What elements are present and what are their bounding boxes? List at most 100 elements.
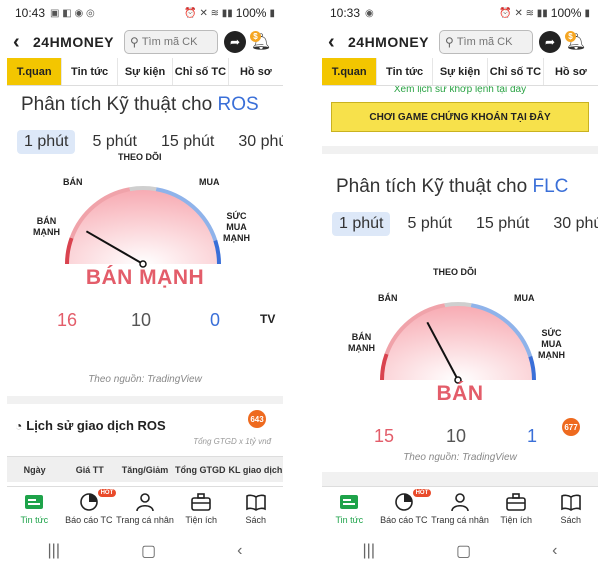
tab-profile[interactable]: Hồ sơ (229, 58, 283, 85)
system-back-icon[interactable]: ‹ (552, 542, 557, 560)
count-buy: 1 (527, 426, 538, 446)
label-sell: BÁN (63, 177, 83, 187)
nav-utilities[interactable]: Tiện ích (489, 487, 544, 530)
col-volume[interactable]: KL giao dịch (228, 457, 283, 482)
history-title-text: Lịch sử giao dịch ROS (26, 418, 166, 433)
ta-title-text: Phân tích Kỹ thuật cho (336, 176, 528, 197)
nav-financial-report[interactable]: HOT Báo cáo TC (62, 487, 117, 530)
nav-books[interactable]: Sách (543, 487, 598, 530)
app-bar: ‹ 24HMONEY ⚲ ➦ $🔔︎ (7, 26, 283, 58)
nav-utilities[interactable]: Tiện ích (174, 487, 229, 530)
signal-counts: 16 10 0 TV (7, 310, 283, 334)
status-bar: 10:33 ◉ ⏰ ✕ ≋ ▮▮ 100% ▮ (322, 0, 598, 26)
tab-events[interactable]: Sự kiện (433, 58, 489, 85)
back-icon[interactable]: ‹ (13, 31, 29, 54)
label-buy: MUA (199, 177, 220, 187)
timeframe-15m[interactable]: 15 phút (154, 130, 221, 154)
search-box[interactable]: ⚲ (124, 30, 219, 54)
count-neutral: 10 (446, 426, 467, 446)
timeframe-5m[interactable]: 5 phút (85, 130, 143, 154)
tradingview-icon[interactable]: TV (260, 312, 275, 326)
label-buy: MUA (514, 293, 535, 303)
nav-utilities-label: Tiện ích (185, 515, 217, 525)
tab-events[interactable]: Sự kiện (118, 58, 174, 85)
hot-badge: HOT (97, 489, 117, 497)
battery-icon: ▮ (584, 7, 590, 19)
col-date[interactable]: Ngày (7, 457, 62, 482)
utilities-icon (506, 492, 526, 512)
bell-icon[interactable]: $ 🔔︎ (565, 31, 587, 53)
recent-apps-icon[interactable]: ||| (48, 542, 60, 560)
tab-financial-index[interactable]: Chỉ số TC (173, 58, 229, 85)
bell-icon[interactable]: $ 🔔︎ (250, 31, 272, 53)
status-right: ⏰ ✕ ≋ ▮▮ 100% ▮ (184, 6, 275, 20)
profile-icon (135, 492, 155, 512)
promo-card: Xem lịch sử khớp lệnh tại đây CHƠI GAME … (322, 86, 598, 146)
battery-icon: ▮ (269, 7, 275, 19)
tab-financial-index[interactable]: Chỉ số TC (488, 58, 544, 85)
col-price[interactable]: Giá TT (62, 457, 117, 482)
system-nav-bar: ||| ▢ ‹ (322, 530, 598, 572)
brand-logo: 24HMONEY (33, 34, 115, 50)
news-icon (24, 492, 44, 512)
tab-news[interactable]: Tin tức (62, 58, 118, 85)
comment-badge[interactable]: 677 (562, 418, 580, 436)
gauge-fill (67, 188, 219, 264)
nav-financial-report[interactable]: HOT Báo cáo TC (377, 487, 432, 530)
ta-title: Phân tích Kỹ thuật cho FLC (322, 154, 598, 198)
nav-profile[interactable]: Trang cá nhân (431, 487, 489, 530)
comment-badge[interactable]: 643 (248, 410, 266, 428)
book-icon (245, 492, 266, 512)
count-neutral: 10 (131, 310, 152, 330)
back-icon[interactable]: ‹ (328, 31, 344, 54)
arc-neutral (444, 302, 472, 308)
status-right: ⏰ ✕ ≋ ▮▮ 100% ▮ (499, 6, 590, 20)
search-icon: ⚲ (130, 35, 139, 49)
recent-apps-icon[interactable]: ||| (363, 542, 375, 560)
tab-overview[interactable]: T.quan (322, 58, 378, 85)
col-total-value[interactable]: Tổng GTGD (173, 457, 228, 482)
system-back-icon[interactable]: ‹ (237, 542, 242, 560)
book-icon (560, 492, 581, 512)
screenshot-stage: 10:43 ▣ ◧ ◉ ◎ ⏰ ✕ ≋ ▮▮ 100% ▮ ‹ 24HMONEY… (0, 0, 600, 572)
home-icon[interactable]: ▢ (456, 541, 471, 561)
label-neutral: THEO DÕI (433, 267, 477, 277)
nav-news[interactable]: Tin tức (7, 487, 62, 530)
stock-game-button[interactable]: CHƠI GAME CHỨNG KHOÁN TẠI ĐÂY (331, 102, 589, 132)
search-input[interactable] (456, 36, 527, 48)
news-icon (339, 492, 359, 512)
content-area: Xem lịch sử khớp lệnh tại đây CHƠI GAME … (322, 86, 598, 486)
timeframe-1m[interactable]: 1 phút (17, 130, 76, 154)
status-app-icons: ◉ (365, 7, 374, 19)
timeframe-15m[interactable]: 15 phút (469, 212, 536, 236)
report-icon (394, 492, 414, 512)
share-icon[interactable]: ➦ (224, 31, 247, 53)
tab-news[interactable]: Tin tức (377, 58, 433, 85)
technical-analysis-card: Phân tích Kỹ thuật cho ROS 1 phút 5 phút… (7, 86, 283, 396)
nav-news[interactable]: Tin tức (322, 487, 377, 530)
search-input[interactable] (141, 36, 212, 48)
timeframe-30m[interactable]: 30 phút (546, 212, 598, 236)
tab-overview[interactable]: T.quan (7, 58, 63, 85)
nav-news-label: Tin tức (335, 515, 364, 525)
phone-left: 10:43 ▣ ◧ ◉ ◎ ⏰ ✕ ≋ ▮▮ 100% ▮ ‹ 24HMONEY… (7, 0, 283, 572)
nav-books[interactable]: Sách (228, 487, 283, 530)
source-note: Theo nguồn: TradingView (403, 452, 517, 463)
ta-title: Phân tích Kỹ thuật cho ROS (7, 86, 283, 116)
timeframe-1m[interactable]: 1 phút (332, 212, 391, 236)
home-icon[interactable]: ▢ (141, 541, 156, 561)
nav-profile[interactable]: Trang cá nhân (116, 487, 174, 530)
search-icon: ⚲ (445, 35, 454, 49)
signal-counts: 15 10 1 (322, 426, 598, 450)
coin-icon: $ (565, 31, 577, 42)
verdict: BÁN MẠNH (85, 266, 205, 289)
tab-profile[interactable]: Hồ sơ (544, 58, 598, 85)
search-box[interactable]: ⚲ (439, 30, 534, 54)
timeframe-30m[interactable]: 30 phút (231, 130, 283, 154)
timeframe-5m[interactable]: 5 phút (400, 212, 458, 236)
col-change[interactable]: Tăng/Giảm (117, 457, 172, 482)
order-history-link[interactable]: Xem lịch sử khớp lệnh tại đây (322, 86, 598, 95)
nav-news-label: Tin tức (20, 515, 49, 525)
share-icon[interactable]: ➦ (539, 31, 562, 53)
hot-badge: HOT (412, 489, 432, 497)
